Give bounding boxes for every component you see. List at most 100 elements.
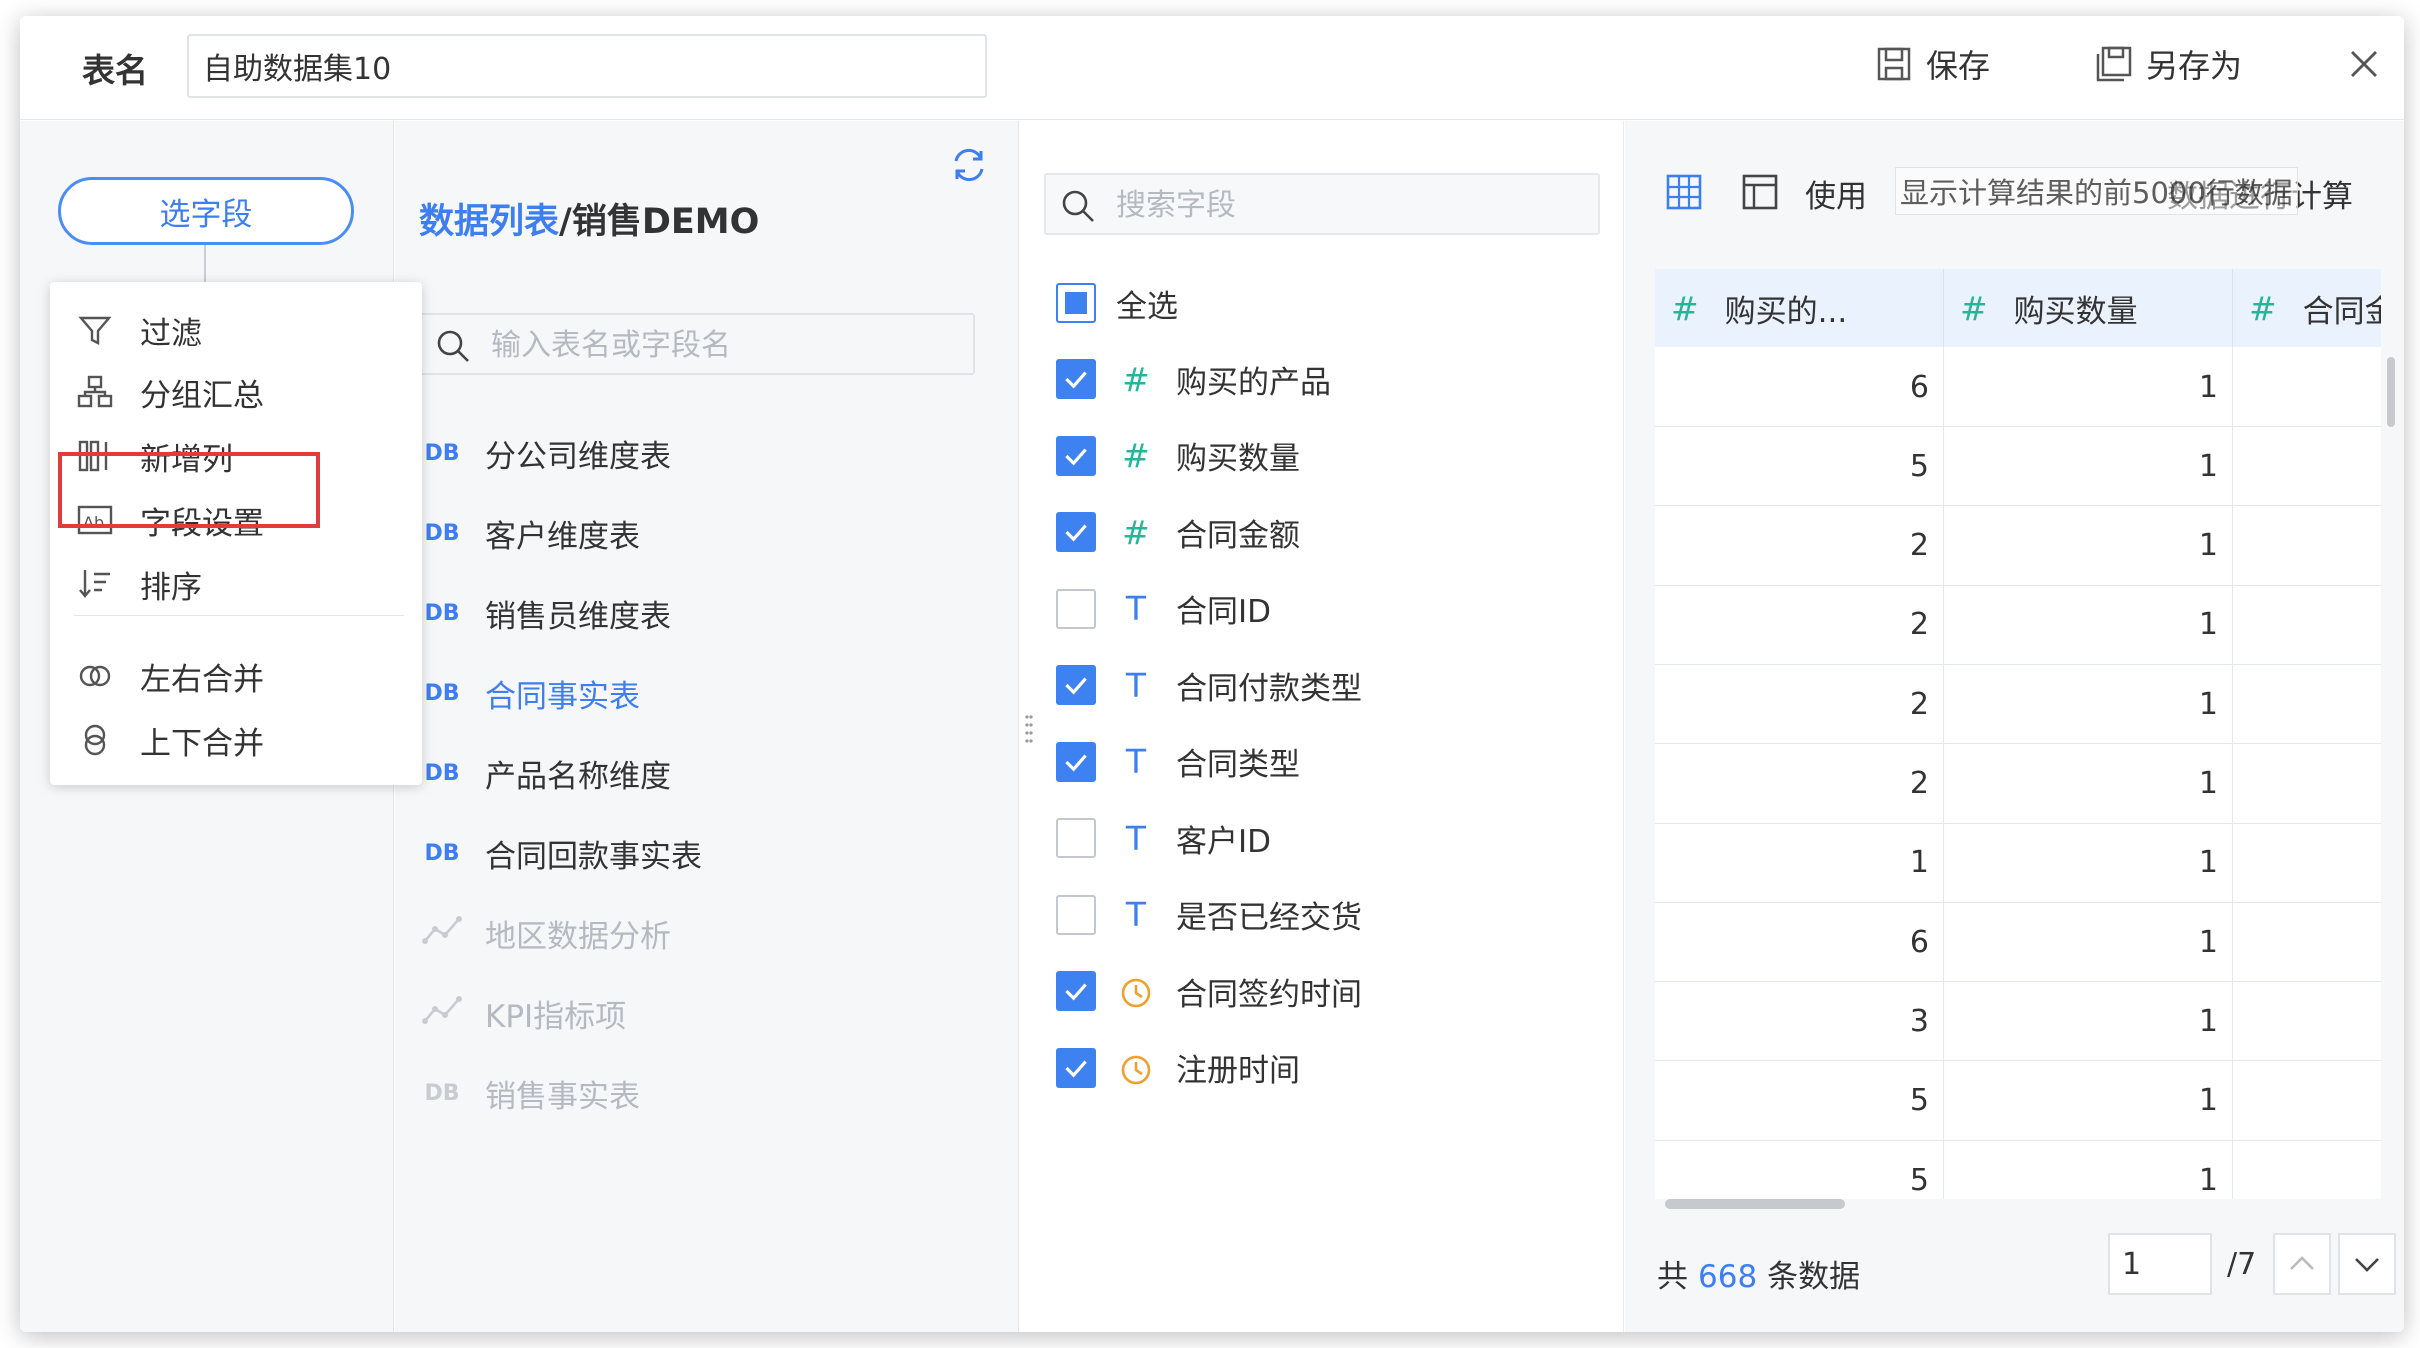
clock-icon [1121, 978, 1151, 1008]
number-type-icon: # [1122, 436, 1150, 475]
field-checkbox[interactable] [1056, 512, 1096, 552]
field-checkbox[interactable] [1056, 665, 1096, 705]
field-row[interactable]: 注册时间 [1056, 1040, 1300, 1096]
field-label: 购买的产品 [1176, 364, 1331, 401]
table-list-panel: 数据列表/销售DEMO DB 分公司维度表 DB 客户维度表 DB 销售员维度表 DB 合同事… [395, 121, 1019, 1332]
table-cell: 1 [1944, 822, 2233, 903]
table-search-input[interactable] [491, 323, 961, 367]
text-type-icon: T [1125, 589, 1147, 628]
table-item: DB 销售事实表 [419, 1065, 640, 1121]
table-cell: 5 [1655, 426, 1944, 507]
field-checkbox[interactable] [1056, 818, 1096, 858]
field-checkbox[interactable] [1056, 588, 1096, 629]
field-checkbox[interactable] [1056, 359, 1096, 399]
menu-item-label: 上下合并 [140, 725, 264, 762]
table-item[interactable]: DB 分公司维度表 [419, 425, 671, 481]
page-down-button[interactable] [2338, 1233, 2396, 1295]
table-item-label: 产品名称维度 [485, 758, 671, 795]
field-checkbox[interactable] [1056, 971, 1096, 1011]
preview-row-limit-select[interactable]: 显示计算结果的前5000行数据 [1895, 167, 2298, 215]
table-cell: 1 [1944, 902, 2233, 983]
field-checkbox[interactable] [1056, 435, 1096, 476]
field-label: 合同类型 [1176, 747, 1300, 783]
refresh-icon[interactable] [947, 143, 991, 187]
table-item[interactable]: DB 合同事实表 [419, 665, 640, 721]
dialog-header: 表名 保存 另存为 [20, 16, 2404, 120]
menu-item-group-summary[interactable]: 分组汇总 [50, 364, 422, 420]
table-cell: 1 [1944, 743, 2233, 824]
save-as-button[interactable]: 另存为 [2094, 38, 2242, 90]
field-row[interactable]: T 合同付款类型 [1056, 657, 1362, 713]
field-row[interactable]: # 购买的产品 [1056, 351, 1331, 407]
select-field-button[interactable]: 选字段 [58, 177, 354, 245]
field-row[interactable]: T 合同ID [1056, 581, 1271, 637]
menu-item-filter[interactable]: 过滤 [50, 302, 422, 358]
column-header-label: 购买数量 [2013, 293, 2138, 330]
panel-view-icon[interactable] [1741, 173, 1779, 211]
group-summary-icon [76, 373, 114, 411]
field-label: 合同签约时间 [1176, 976, 1362, 1013]
field-row[interactable]: T 是否已经交货 [1056, 887, 1362, 943]
grid-view-icon[interactable] [1665, 173, 1703, 211]
table-cell: 1 [1944, 505, 2233, 586]
field-checkbox[interactable] [1056, 894, 1096, 935]
page-up-button[interactable] [2273, 1233, 2331, 1295]
table-cell [2233, 506, 2381, 586]
table-row: 21 [1655, 664, 2381, 745]
field-row[interactable]: T 客户ID [1056, 810, 1271, 866]
table-cell: 1 [1944, 981, 2233, 1062]
table-item-label: 地区数据分析 [485, 918, 671, 955]
menu-item-left-right-merge[interactable]: 左右合并 [50, 648, 422, 704]
close-icon[interactable] [2344, 44, 2384, 84]
save-as-icon [2096, 46, 2132, 82]
field-row[interactable]: T 合同类型 [1056, 734, 1300, 790]
column-header[interactable]: # 合同金 [2233, 269, 2381, 347]
field-search-box [1044, 173, 1600, 235]
breadcrumb: 数据列表/销售DEMO [419, 193, 759, 244]
column-header[interactable]: # 购买数量 [1944, 269, 2233, 347]
table-item-label: 合同事实表 [485, 678, 640, 715]
table-search-box [419, 313, 975, 375]
table-item[interactable]: DB 产品名称维度 [419, 745, 671, 801]
table-item[interactable]: DB 客户维度表 [419, 505, 640, 561]
table-cell [2233, 426, 2381, 506]
select-all-row[interactable]: 全选 [1056, 275, 1178, 331]
db-icon: DB [424, 520, 460, 546]
field-row[interactable]: # 购买数量 [1056, 428, 1300, 484]
table-row: 21 [1655, 505, 2381, 586]
time-type-icon [1116, 1048, 1156, 1087]
clock-icon [1121, 1055, 1151, 1084]
menu-item-sort[interactable]: 排序 [50, 556, 422, 612]
field-checkbox[interactable] [1056, 1047, 1096, 1088]
save-button[interactable]: 保存 [1874, 38, 1990, 90]
page-number-input[interactable] [2108, 1233, 2212, 1295]
breadcrumb-link-data-list[interactable]: 数据列表 [419, 202, 559, 242]
table-row: 21 [1655, 584, 2381, 665]
table-cell [2233, 1061, 2381, 1141]
column-header[interactable]: # 购买的... [1655, 269, 1944, 347]
field-label: 合同金额 [1176, 517, 1300, 554]
field-checkbox[interactable] [1056, 741, 1096, 782]
menu-item-up-down-merge[interactable]: 上下合并 [50, 712, 422, 768]
table-cell: 1 [1655, 822, 1944, 903]
table-item[interactable]: DB 合同回款事实表 [419, 825, 702, 881]
table-name-input[interactable] [187, 34, 987, 98]
save-as-label: 另存为 [2146, 47, 2243, 85]
vertical-scrollbar[interactable] [2387, 357, 2395, 427]
select-all-checkbox[interactable] [1056, 283, 1096, 323]
field-row[interactable]: # 合同金额 [1056, 504, 1300, 560]
save-label: 保存 [1926, 47, 1991, 85]
field-label: 合同ID [1176, 594, 1272, 630]
table-item[interactable]: DB 销售员维度表 [419, 585, 671, 641]
column-header-label: 购买的... [1724, 293, 1848, 330]
number-type-icon: # [1960, 288, 1988, 328]
field-search-input[interactable] [1116, 183, 1586, 227]
drag-handle-icon[interactable] [1024, 713, 1034, 749]
field-row[interactable]: 合同签约时间 [1056, 963, 1362, 1019]
field-label: 客户ID [1176, 823, 1272, 860]
page-total: /7 [2227, 1247, 2257, 1282]
table-header: # 购买的... # 购买数量 # 合同金 [1655, 269, 2381, 347]
horizontal-scrollbar-track [1655, 1191, 2381, 1213]
table-name-label: 表名 [82, 51, 148, 90]
horizontal-scrollbar[interactable] [1665, 1199, 1845, 1209]
